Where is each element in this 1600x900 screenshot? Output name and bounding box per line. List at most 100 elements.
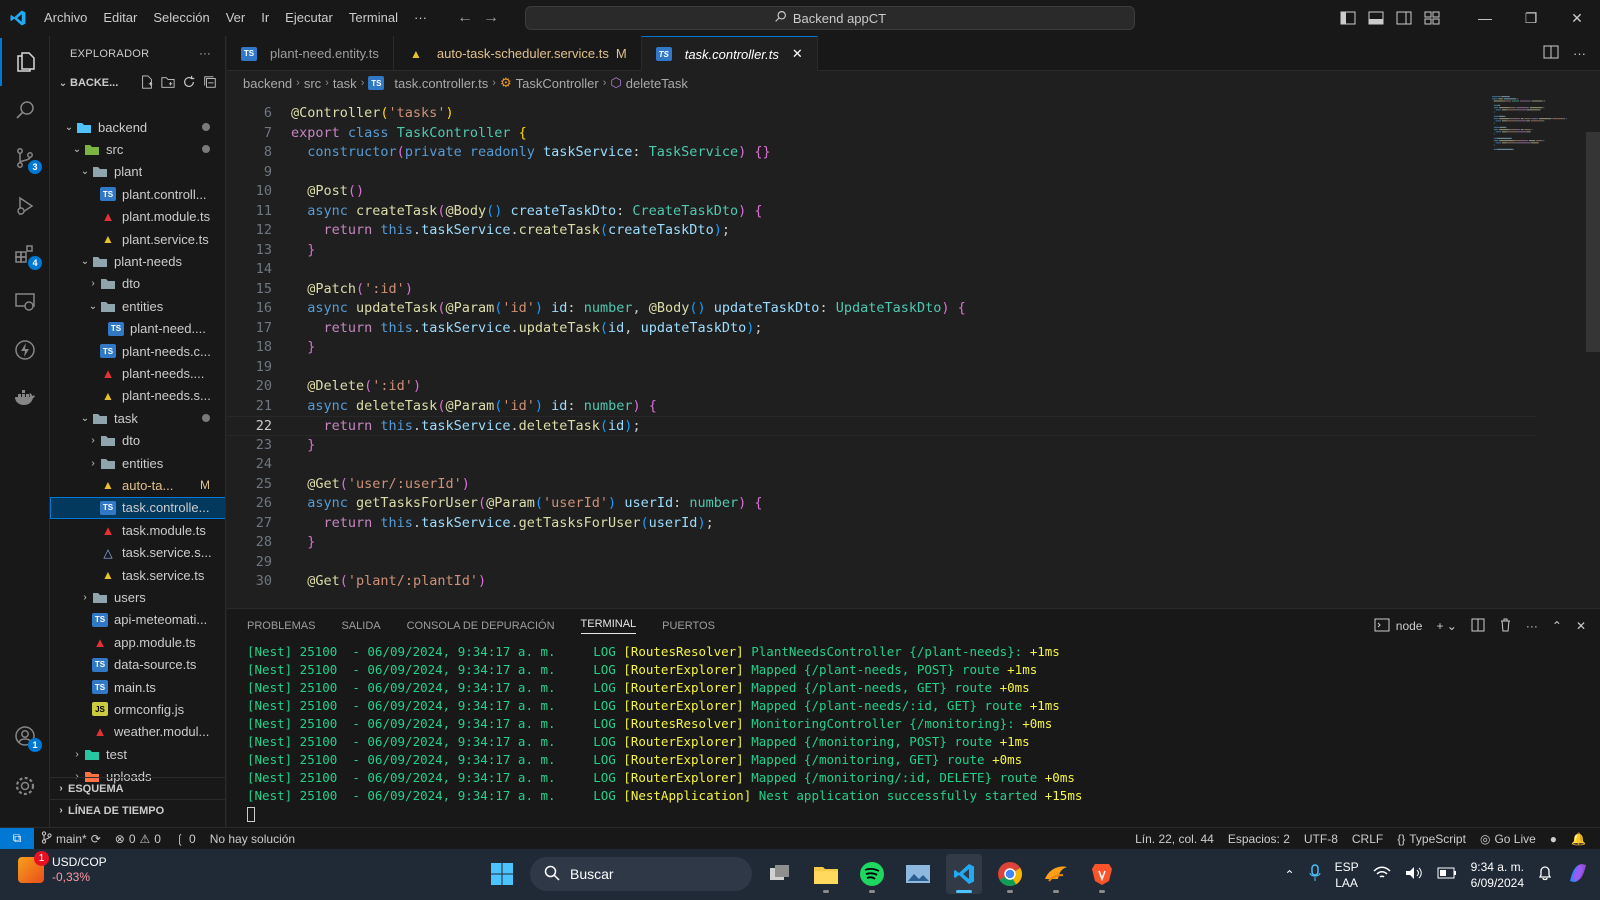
widgets-button[interactable]: 1 USD/COP -0,33% — [18, 851, 107, 885]
editor-tab[interactable]: TS plant-need.entity.ts — [227, 36, 394, 71]
tree-file[interactable]: TS plant.controll... — [50, 183, 225, 205]
tree-file[interactable]: △ task.service.s... — [50, 542, 225, 564]
clock[interactable]: 9:34 a. m. 6/09/2024 — [1471, 859, 1524, 891]
editor-tab[interactable]: TS task.controller.ts ✕ — [641, 36, 818, 71]
solution-indicator[interactable]: No hay solución — [203, 832, 302, 846]
forward-arrow-icon[interactable]: → — [483, 9, 499, 27]
remote-explorer-icon[interactable] — [0, 278, 50, 326]
task-view-icon[interactable] — [762, 854, 798, 894]
docker-icon[interactable] — [0, 374, 50, 422]
menu-item[interactable]: Ir — [253, 0, 277, 36]
tree-folder[interactable]: › dto — [50, 273, 225, 295]
battery-icon[interactable] — [1437, 867, 1457, 882]
microphone-icon[interactable] — [1309, 864, 1321, 885]
notifications-bell-icon[interactable] — [1538, 865, 1552, 884]
menu-item[interactable]: Archivo — [36, 0, 95, 36]
line-endings[interactable]: CRLF — [1345, 832, 1390, 846]
toggle-secondary-sidebar-icon[interactable] — [1390, 0, 1418, 36]
menu-item[interactable]: Terminal — [341, 0, 406, 36]
restore-icon[interactable]: ❐ — [1508, 0, 1554, 36]
more-actions-icon[interactable]: ··· — [199, 48, 211, 60]
chrome-icon[interactable] — [992, 854, 1028, 894]
tree-file[interactable]: TS plant-need.... — [50, 318, 225, 340]
tree-file[interactable]: TS data-source.ts — [50, 654, 225, 676]
cursor-position[interactable]: Lín. 22, col. 44 — [1128, 832, 1221, 846]
tree-file[interactable]: TS api-meteomati... — [50, 609, 225, 631]
code-line[interactable]: 27 return this.taskService.getTasksForUs… — [227, 514, 1537, 534]
code-line[interactable]: 24 — [227, 455, 1537, 475]
customize-layout-icon[interactable] — [1418, 0, 1446, 36]
menu-item[interactable]: Selección — [145, 0, 217, 36]
start-windows-icon[interactable] — [484, 854, 520, 894]
back-arrow-icon[interactable]: ← — [457, 9, 473, 27]
code-line[interactable]: 23 } — [227, 436, 1537, 456]
panel-tab[interactable]: PROBLEMAS — [247, 620, 315, 632]
toggle-primary-sidebar-icon[interactable] — [1334, 0, 1362, 36]
maximize-panel-chevron-up-icon[interactable]: ⌃ — [1552, 619, 1562, 633]
menu-item[interactable]: ··· — [406, 0, 435, 36]
breadcrumb-item[interactable]: backend — [243, 76, 292, 91]
taskbar-search[interactable]: Buscar — [530, 857, 752, 891]
tree-file[interactable]: ▲ app.module.ts — [50, 631, 225, 653]
tree-folder[interactable]: › users — [50, 586, 225, 608]
menu-item[interactable]: Editar — [95, 0, 145, 36]
ports-indicator[interactable]: ❲ 0 — [168, 832, 203, 846]
outline-section[interactable]: › ESQUEMA — [50, 777, 225, 799]
tree-file[interactable]: ▲ task.service.ts — [50, 564, 225, 586]
code-line[interactable]: 22 return this.taskService.deleteTask(id… — [227, 416, 1537, 436]
code-line[interactable]: 10 @Post() — [227, 182, 1537, 202]
tree-file[interactable]: ▲ task.module.ts — [50, 519, 225, 541]
code-line[interactable]: 6 @Controller('tasks') — [227, 104, 1537, 124]
terminal-instance[interactable]: node — [1374, 618, 1422, 635]
code-line[interactable]: 15 @Patch(':id') — [227, 280, 1537, 300]
run-debug-icon[interactable] — [0, 182, 50, 230]
code-line[interactable]: 12 return this.taskService.createTask(cr… — [227, 221, 1537, 241]
toggle-panel-icon[interactable] — [1362, 0, 1390, 36]
tree-file[interactable]: ▲ auto-ta... M — [50, 474, 225, 496]
tree-folder[interactable]: ⌄ plant-needs — [50, 250, 225, 272]
tree-file[interactable]: ▲ plant.module.ts — [50, 206, 225, 228]
input-language[interactable]: ESP LAA — [1335, 859, 1359, 891]
menu-item[interactable]: Ejecutar — [277, 0, 341, 36]
code-line[interactable]: 20 @Delete(':id') — [227, 377, 1537, 397]
language-mode[interactable]: {} TypeScript — [1390, 832, 1473, 846]
tree-file[interactable]: ▲ weather.modul... — [50, 721, 225, 743]
sync-icon[interactable]: ⟳ — [91, 832, 101, 846]
file-explorer-icon[interactable] — [808, 854, 844, 894]
code-line[interactable]: 11 async createTask(@Body() createTaskDt… — [227, 202, 1537, 222]
tree-file[interactable]: TS task.controlle... — [50, 496, 225, 519]
panel-tab[interactable]: CONSOLA DE DEPURACIÓN — [407, 620, 555, 632]
workspace-root[interactable]: ⌄ BACKE... — [50, 72, 225, 94]
settings-gear-icon[interactable] — [0, 762, 50, 810]
breadcrumb-item[interactable]: src — [304, 76, 321, 91]
editor-tab[interactable]: ▲ auto-task-scheduler.service.ts M — [394, 36, 642, 71]
explorer-icon[interactable] — [0, 38, 50, 86]
code-editor[interactable]: 6 @Controller('tasks') 7 export class TaskC… — [227, 94, 1600, 608]
source-control-icon[interactable]: 3 — [0, 134, 50, 182]
panel-more-actions-icon[interactable]: ··· — [1526, 619, 1538, 633]
refresh-icon[interactable] — [182, 75, 196, 92]
tree-folder[interactable]: ⌄ src — [50, 138, 225, 160]
extensions-icon[interactable]: 4 — [0, 230, 50, 278]
editor-scrollbar[interactable] — [1586, 132, 1600, 352]
tree-folder[interactable]: › dto — [50, 430, 225, 452]
tree-folder[interactable]: ⌄ task — [50, 407, 225, 429]
close-tab-icon[interactable]: ✕ — [792, 46, 803, 62]
spotify-icon[interactable] — [854, 854, 890, 894]
git-branch[interactable]: main* ⟳ — [34, 830, 108, 847]
encoding[interactable]: UTF-8 — [1297, 832, 1345, 846]
panel-tab[interactable]: TERMINAL — [580, 618, 637, 634]
copilot-icon[interactable]: ● — [1543, 832, 1564, 846]
postman-icon[interactable] — [1038, 854, 1074, 894]
close-window-icon[interactable]: ✕ — [1554, 0, 1600, 36]
code-line[interactable]: 14 — [227, 260, 1537, 280]
code-line[interactable]: 29 — [227, 553, 1537, 573]
tree-file[interactable]: TS plant-needs.c... — [50, 340, 225, 362]
tree-file[interactable]: ▲ plant.service.ts — [50, 228, 225, 250]
new-terminal-icon[interactable]: + ⌄ — [1436, 619, 1456, 633]
volume-icon[interactable] — [1405, 866, 1423, 883]
code-line[interactable]: 7 export class TaskController { — [227, 124, 1537, 144]
tree-folder[interactable]: ⌄ plant — [50, 161, 225, 183]
code-line[interactable]: 9 — [227, 163, 1537, 183]
go-live-button[interactable]: ◎ Go Live — [1473, 832, 1543, 846]
